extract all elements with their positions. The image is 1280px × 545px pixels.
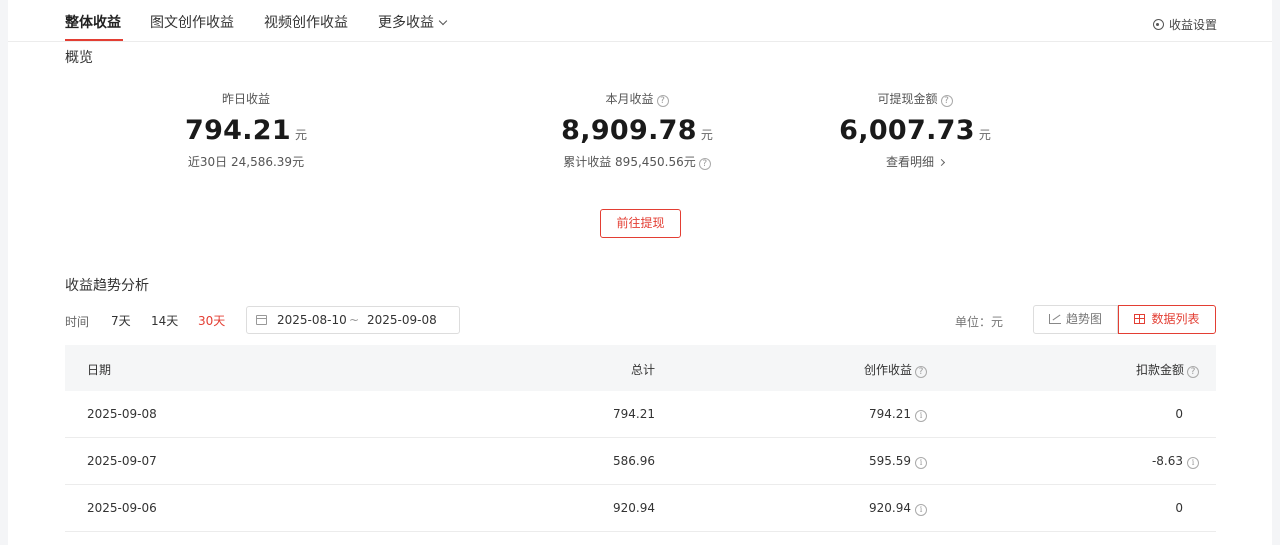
table-row: 2025-09-08 794.21 794.21 i 0 (65, 391, 1216, 438)
info-icon[interactable]: i (1187, 457, 1199, 469)
header-deduction: 扣款金额 (1135, 363, 1184, 377)
row-total: 794.21 (613, 407, 655, 421)
row-deduction: -8.63 (1151, 454, 1183, 468)
row-creation-wrap: 920.94 i (869, 501, 927, 516)
stat-yesterday-value: 794.21 (184, 115, 291, 146)
stat-withdrawable-unit: 元 (978, 128, 991, 142)
help-icon[interactable]: ? (656, 95, 669, 107)
tab-more-income[interactable]: 更多收益 (378, 12, 448, 32)
stat-withdrawable: 可提现金额? 6,007.73 元 查看明细 (765, 90, 1065, 170)
info-icon[interactable]: i (915, 457, 927, 469)
income-settings-label: 收益设置 (1168, 18, 1217, 32)
chevron-right-icon (937, 158, 946, 167)
table-icon (1134, 314, 1146, 324)
table-row: 2025-09-06 920.94 920.94 i 0 (65, 485, 1216, 532)
range-30-days[interactable]: 30天 (198, 312, 225, 329)
info-icon[interactable]: i (915, 504, 927, 516)
view-details-link[interactable]: 查看明细 (765, 153, 1065, 170)
row-deduction: 0 (1175, 501, 1183, 515)
unit-label: 单位：元 (955, 315, 1004, 329)
help-icon[interactable]: ? (698, 158, 711, 170)
income-tabs: 整体收益 图文创作收益 视频创作收益 更多收益 收益设置 (8, 0, 1272, 42)
tab-more-income-label: 更多收益 (378, 15, 434, 31)
row-total: 920.94 (613, 501, 655, 515)
data-list-button[interactable]: 数据列表 (1118, 305, 1216, 334)
header-creation-wrap: 创作收益? (864, 361, 927, 378)
calendar-icon (256, 315, 267, 325)
line-chart-icon (1048, 314, 1061, 324)
row-date: 2025-09-07 (87, 454, 157, 468)
stat-month-label-wrap: 本月收益? (487, 90, 787, 107)
time-filter-label: 时间 (65, 315, 90, 329)
stat-withdrawable-label-wrap: 可提现金额? (765, 90, 1065, 107)
row-creation-wrap: 595.59 i (869, 454, 927, 469)
date-range-end: 2025-09-08 (367, 313, 437, 327)
help-icon[interactable]: ? (940, 95, 953, 107)
stat-cumulative: 累计收益 895,450.56元 (563, 155, 696, 169)
stat-month-unit: 元 (700, 128, 713, 142)
info-icon[interactable]: i (915, 410, 927, 422)
stat-month: 本月收益? 8,909.78 元 累计收益 895,450.56元? (487, 90, 787, 170)
row-creation: 794.21 (869, 407, 911, 421)
trend-title: 收益趋势分析 (65, 278, 149, 294)
stat-month-value-wrap: 8,909.78 元 (487, 115, 787, 149)
tab-article-income[interactable]: 图文创作收益 (150, 12, 234, 32)
trend-chart-label: 趋势图 (1065, 312, 1102, 326)
stat-yesterday-sub: 近30日 24,586.39元 (187, 155, 305, 169)
date-range-picker[interactable]: 2025-08-10 ~ 2025-09-08 (246, 306, 460, 334)
settings-ring-icon (1152, 19, 1164, 30)
income-table: 日期 总计 创作收益? 扣款金额? 2025-09-08 794.21 794.… (65, 345, 1216, 532)
row-date: 2025-09-06 (87, 501, 157, 515)
header-creation: 创作收益 (863, 363, 912, 377)
stat-yesterday-label: 昨日收益 (221, 92, 270, 106)
row-creation-wrap: 794.21 i (869, 407, 927, 422)
withdraw-button[interactable]: 前往提现 (600, 209, 681, 238)
tab-video-income[interactable]: 视频创作收益 (264, 12, 348, 32)
table-header: 日期 总计 创作收益? 扣款金额? (65, 345, 1216, 391)
stat-month-label: 本月收益 (605, 92, 654, 106)
row-deduction-wrap: -8.63 i (1152, 454, 1199, 469)
stat-withdrawable-label: 可提现金额 (877, 92, 938, 106)
stat-yesterday-unit: 元 (294, 128, 307, 142)
header-date: 日期 (87, 363, 112, 377)
data-list-label: 数据列表 (1151, 312, 1200, 326)
header-total: 总计 (630, 363, 655, 377)
table-row: 2025-09-07 586.96 595.59 i -8.63 i (65, 438, 1216, 485)
header-deduction-wrap: 扣款金额? (1136, 361, 1199, 378)
range-14-days[interactable]: 14天 (151, 312, 178, 329)
date-range-start: 2025-08-10 (277, 313, 347, 327)
view-details-label: 查看明细 (885, 155, 934, 169)
row-creation: 595.59 (869, 454, 911, 468)
overview-title: 概览 (65, 50, 93, 66)
trend-chart-button[interactable]: 趋势图 (1033, 305, 1118, 334)
stat-month-value: 8,909.78 (561, 115, 697, 146)
income-settings-link[interactable]: 收益设置 (1152, 16, 1217, 33)
row-creation: 920.94 (869, 501, 911, 515)
income-panel: 整体收益 图文创作收益 视频创作收益 更多收益 收益设置 概览 昨日收益 794… (8, 0, 1272, 545)
stat-withdrawable-value-wrap: 6,007.73 元 (765, 115, 1065, 149)
help-icon[interactable]: ? (1187, 366, 1199, 378)
chevron-down-icon (438, 16, 448, 26)
tab-overall-income[interactable]: 整体收益 (65, 12, 121, 32)
row-date: 2025-09-08 (87, 407, 157, 421)
range-7-days[interactable]: 7天 (111, 312, 131, 329)
row-deduction: 0 (1175, 407, 1183, 421)
row-total: 586.96 (613, 454, 655, 468)
date-range-separator: ~ (349, 313, 360, 327)
stat-cumulative-wrap: 累计收益 895,450.56元? (487, 153, 787, 170)
help-icon[interactable]: ? (915, 366, 927, 378)
stat-withdrawable-value: 6,007.73 (839, 115, 975, 146)
stat-yesterday: 昨日收益 794.21 元 近30日 24,586.39元 (96, 90, 396, 170)
stat-yesterday-value-wrap: 794.21 元 (96, 115, 396, 149)
active-tab-indicator (65, 39, 123, 41)
